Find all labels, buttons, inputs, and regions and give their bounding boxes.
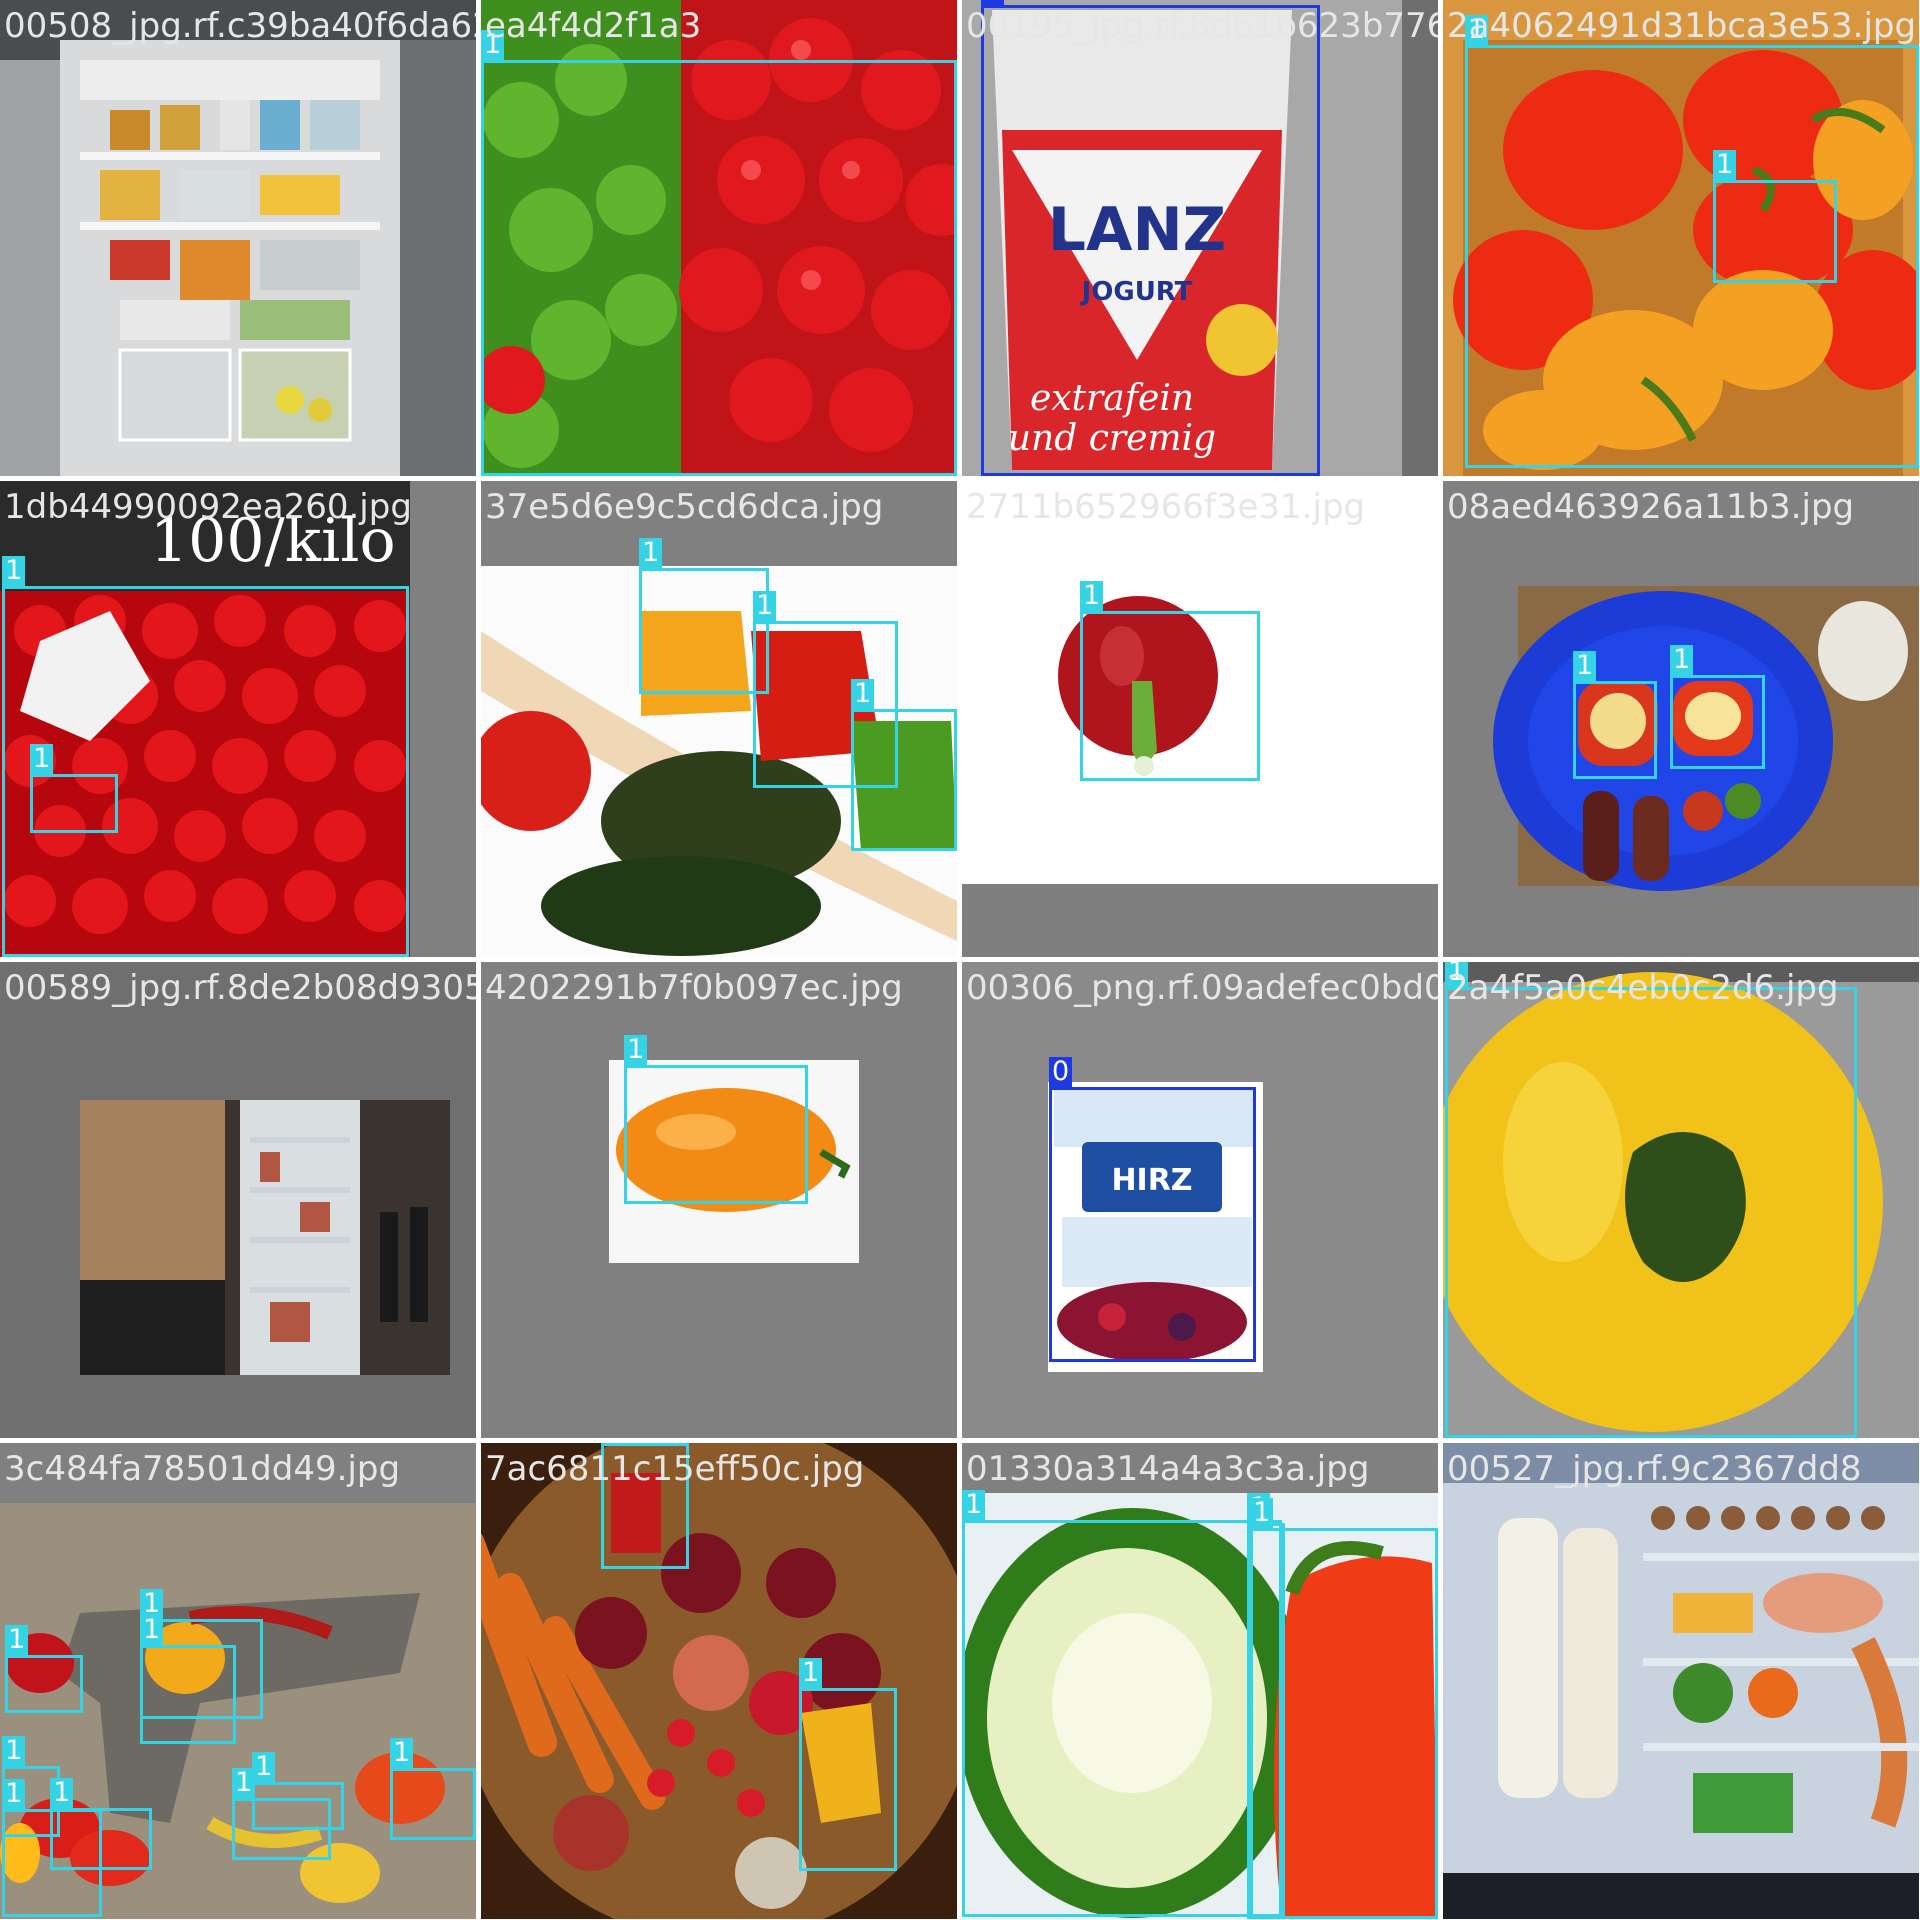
class-label: 1 xyxy=(140,1615,164,1645)
detection-box: 1 xyxy=(50,1778,152,1870)
detection-box: 1 xyxy=(390,1738,476,1840)
mosaic-grid: 00508_jpg.rf.c39ba40f6da62ba3074c7f252ed… xyxy=(0,0,1920,1920)
class-label: 0 xyxy=(981,0,1005,5)
tile-fruit-basket: 1 1 7ac6811c15eff50c.jpg xyxy=(481,1443,957,1919)
tile-halved-green-pepper: 1 1 1 01330a314a4a3c3a.jpg xyxy=(962,1443,1438,1919)
tile-00195-yogurt: LANZ JOGURT extrafein und cremig 0 00195… xyxy=(962,0,1438,476)
detection-box: 1 xyxy=(962,1490,1282,1917)
fridge-photo xyxy=(0,0,476,476)
tile-filename: 00195_jpg.rf.8d61b623b776 xyxy=(966,6,1438,46)
tile-filename: 2711b652966f3e31.jpg xyxy=(966,487,1366,527)
detection-box: 1 xyxy=(1250,1498,1438,1919)
class-label: 1 xyxy=(252,1752,276,1782)
class-label: 1 xyxy=(1250,1498,1274,1528)
tile-filename: 3c484fa78501dd49.jpg xyxy=(4,1449,401,1489)
tile-peppers-pile: 1 ea4f4d2f1a3 xyxy=(481,0,957,476)
tile-filename: 01330a314a4a3c3a.jpg xyxy=(966,1449,1370,1489)
detection-box: 1 xyxy=(5,1625,83,1713)
detection-box: 1 xyxy=(1445,962,1857,1438)
class-label: 1 xyxy=(50,1778,74,1808)
tile-single-red-pepper: 1 2711b652966f3e31.jpg xyxy=(962,481,1438,957)
detection-box: 0 xyxy=(1049,1057,1256,1362)
class-label: 1 xyxy=(753,591,777,621)
detection-box: 1 xyxy=(1670,645,1765,769)
tile-filename: ea4f4d2f1a3 xyxy=(485,6,702,46)
tile-filename: 7ac6811c15eff50c.jpg xyxy=(485,1449,865,1489)
tile-filename: 1db44990092ea260.jpg xyxy=(4,487,412,527)
class-label: 1 xyxy=(1080,581,1104,611)
detection-box: 1 xyxy=(1080,581,1260,781)
tile-yellow-pepper-closeup: 1 2a4f5a0c4eb0c2d6.jpg xyxy=(1443,962,1919,1438)
detection-box: 1 xyxy=(624,1035,808,1204)
class-label: 1 xyxy=(1713,150,1737,180)
detection-box: 1 xyxy=(799,1658,897,1871)
detection-box: 0 xyxy=(981,0,1320,476)
detection-box: 1 xyxy=(1573,651,1657,779)
tile-orange-pepper: 1 4202291b7f0b097ec.jpg xyxy=(481,962,957,1438)
tile-market-peppers: 100/kilo 1 1 1db44990092ea260.jpg xyxy=(0,481,476,957)
class-label: 1 xyxy=(390,1738,414,1768)
detection-box: 1 xyxy=(252,1752,344,1830)
detection-box: 1 xyxy=(1713,150,1837,283)
tile-00589-kitchen: 00589_jpg.rf.8de2b08d9305 xyxy=(0,962,476,1438)
class-label: 1 xyxy=(799,1658,823,1688)
tile-filename: 37e5d6e9c5cd6dca.jpg xyxy=(485,487,884,527)
tile-filename: 00508_jpg.rf.c39ba40f6da62ba3074c7f252ed… xyxy=(4,6,476,46)
tile-mortar-peppers: 1 1 1 1 1 1 1 1 1 3c484fa78501dd49.jpg xyxy=(0,1443,476,1919)
class-label: 1 xyxy=(639,538,663,568)
fridge-interior-photo xyxy=(1443,1443,1919,1919)
tile-filename: 2a4062491d31bca3e53.jpg xyxy=(1447,6,1917,46)
class-label: 0 xyxy=(1049,1057,1073,1087)
kitchen-photo xyxy=(0,962,476,1438)
tile-filename: 08aed463926a11b3.jpg xyxy=(1447,487,1855,527)
class-label: 1 xyxy=(2,556,26,586)
class-label: 1 xyxy=(1573,651,1597,681)
tile-filename: 00589_jpg.rf.8de2b08d9305 xyxy=(4,968,476,1008)
class-label: 1 xyxy=(2,1779,26,1809)
tile-00508-fridge: 00508_jpg.rf.c39ba40f6da62ba3074c7f252ed… xyxy=(0,0,476,476)
tile-veg-assortment: 1 1 1 37e5d6e9c5cd6dca.jpg xyxy=(481,481,957,957)
class-label: 1 xyxy=(2,1736,26,1766)
tile-filename: 00306_png.rf.09adefec0bd0 xyxy=(966,968,1438,1008)
detection-box: 1 xyxy=(2,556,409,957)
class-label: 1 xyxy=(30,744,54,774)
tile-00527-fridge-interior: 00527_jpg.rf.9c2367dd8 xyxy=(1443,1443,1919,1919)
class-label: 1 xyxy=(5,1625,29,1655)
detection-box: 1 xyxy=(1465,15,1919,468)
detection-box: 1 xyxy=(30,744,118,833)
tile-filename: 4202291b7f0b097ec.jpg xyxy=(485,968,903,1008)
detection-box: 1 xyxy=(481,30,957,476)
tile-filename: 00527_jpg.rf.9c2367dd8 xyxy=(1447,1449,1862,1489)
class-label: 1 xyxy=(851,679,875,709)
tile-filename: 2a4f5a0c4eb0c2d6.jpg xyxy=(1447,968,1839,1008)
class-label: 1 xyxy=(1670,645,1694,675)
class-label: 1 xyxy=(624,1035,648,1065)
detection-box: 1 xyxy=(140,1615,236,1744)
tile-00306-hirz-yogurt: HIRZ 0 00306_png.rf.09adefec0bd0 xyxy=(962,962,1438,1438)
detection-box: 1 xyxy=(851,679,957,851)
tile-plate-stuffed-peppers: 1 1 08aed463926a11b3.jpg xyxy=(1443,481,1919,957)
class-label: 1 xyxy=(962,1490,986,1520)
tile-basket-peppers: 1 1 2a4062491d31bca3e53.jpg xyxy=(1443,0,1919,476)
detection-box: 1 xyxy=(639,538,769,694)
